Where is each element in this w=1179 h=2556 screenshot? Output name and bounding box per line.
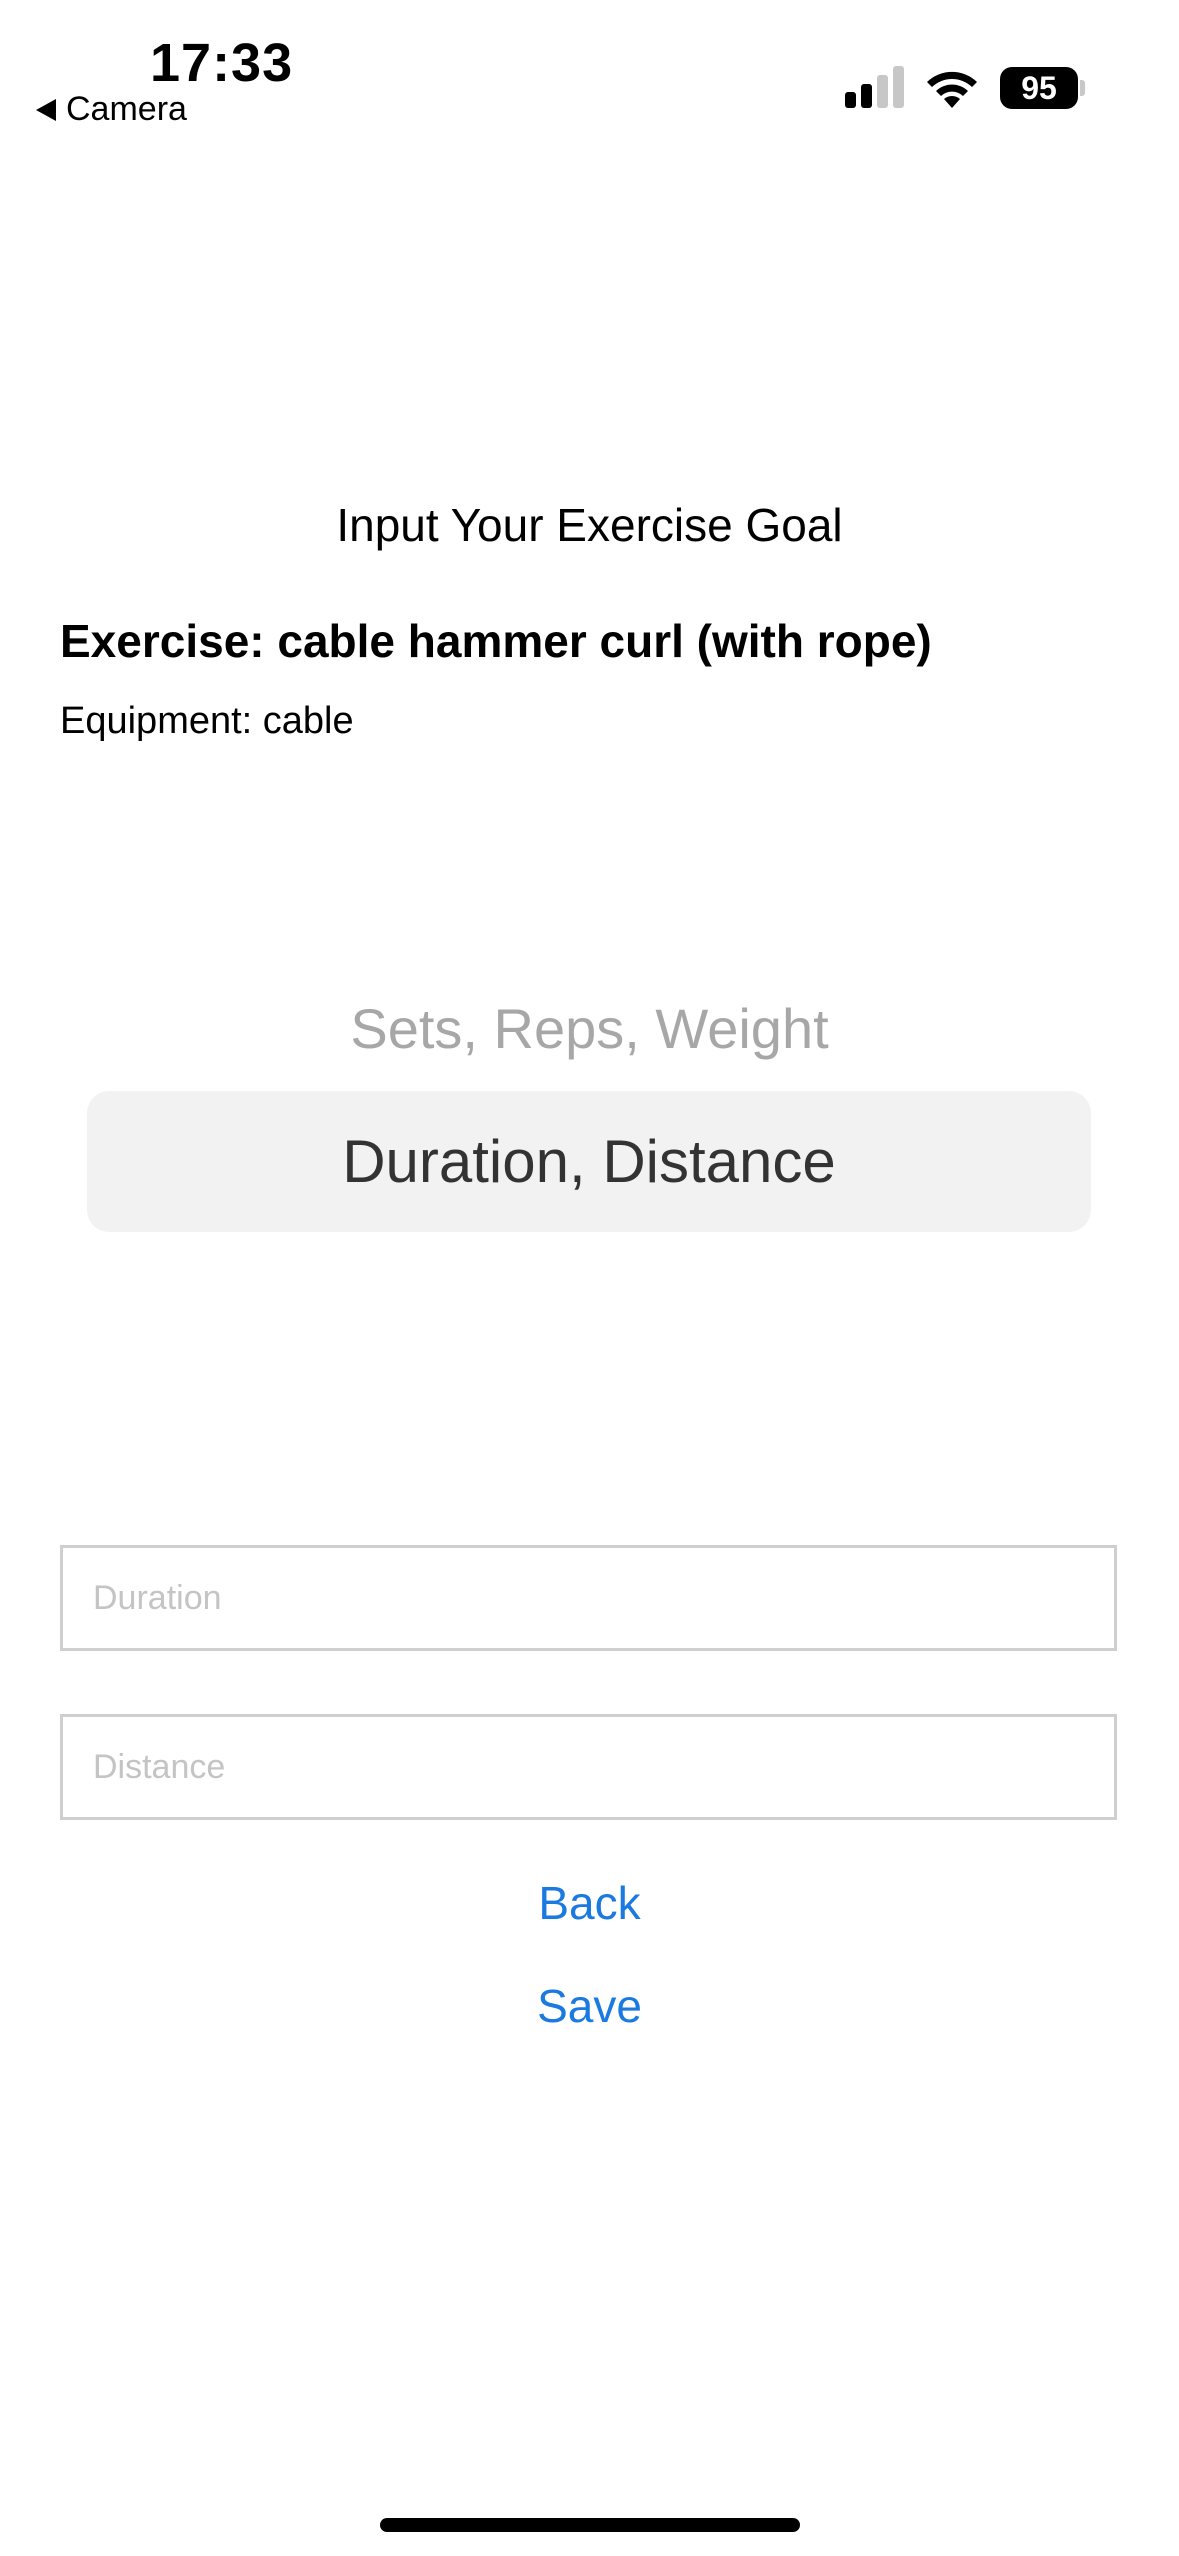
battery-icon: 95 <box>1000 67 1078 109</box>
back-app-label: Camera <box>66 90 187 128</box>
status-bar: 17:33 Camera 95 <box>0 0 1179 130</box>
picker-option-duration-distance: Duration, Distance <box>342 1128 836 1195</box>
equipment-label: Equipment: cable <box>60 700 354 742</box>
exercise-name: Exercise: cable hammer curl (with rope) <box>60 615 932 667</box>
cellular-signal-icon <box>845 66 907 108</box>
wifi-icon <box>927 71 977 108</box>
back-triangle-icon <box>36 98 56 121</box>
back-to-app-link[interactable]: Camera <box>36 90 187 129</box>
save-button[interactable]: Save <box>0 1979 1179 2033</box>
home-indicator[interactable] <box>380 2518 800 2532</box>
duration-input[interactable] <box>60 1545 1117 1651</box>
battery-level: 95 <box>1021 70 1057 106</box>
battery-nub <box>1080 80 1085 96</box>
distance-input[interactable] <box>60 1714 1117 1820</box>
picker-option-sets-reps-weight[interactable]: Sets, Reps, Weight <box>0 996 1179 1061</box>
back-button[interactable]: Back <box>0 1876 1179 1930</box>
status-time: 17:33 <box>150 33 294 93</box>
picker-selection-highlight[interactable]: Duration, Distance <box>87 1091 1091 1232</box>
page-title: Input Your Exercise Goal <box>336 499 843 551</box>
